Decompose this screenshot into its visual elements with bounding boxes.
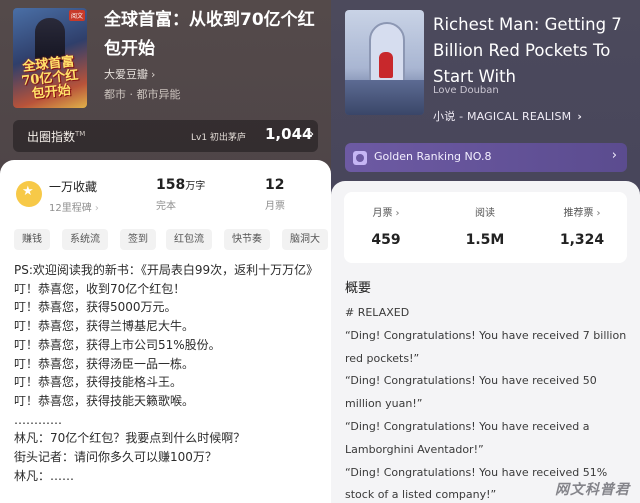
chevron-right-icon: ›: [395, 208, 400, 219]
milestone-link: 12里程碑 ›: [49, 203, 99, 214]
chevron-right-icon: ›: [577, 110, 583, 123]
synopsis-line: 林凡：……: [14, 468, 75, 483]
genre-label: 都市 · 都市异能: [104, 88, 181, 101]
synopsis-line: 叮！恭喜您，获得上市公司51%股份。: [14, 337, 221, 352]
chevron-right-icon: ›: [151, 68, 156, 81]
cover-badge: 阅文: [68, 10, 85, 21]
summary-heading: 概要: [345, 281, 372, 296]
chevron-right-icon: ›: [596, 208, 601, 219]
stat-value: 459: [371, 232, 401, 248]
golden-ranking-label: Golden Ranking NO.8: [374, 150, 492, 163]
chevron-right-icon: ›: [309, 127, 315, 142]
word-count-stat: 158万字 完本: [156, 177, 206, 212]
genre-link[interactable]: 小说 - MAGICAL REALISM ›: [433, 108, 582, 124]
collection-stat[interactable]: 一万收藏 12里程碑 ›: [49, 178, 99, 214]
popularity-value: 1,044: [265, 125, 313, 143]
stat-value: 1,324: [559, 232, 605, 248]
ranking-icon: [353, 151, 367, 165]
chevron-right-icon: ›: [94, 203, 99, 214]
book-stats: 月票 › 459 阅读 1.5M 推荐票 › 1,324: [344, 192, 627, 263]
watermark: 网文科普君: [555, 482, 630, 498]
author-name[interactable]: Love Douban: [433, 85, 499, 96]
book-cover[interactable]: [345, 10, 424, 115]
stat-label: 月票: [372, 208, 393, 219]
chinese-book-page: 阅文 全球首富 70亿个红包开始 全球首富：从收到70亿个红包开始 大爱豆瓣 › …: [0, 0, 331, 503]
tag-item[interactable]: 快节奏: [224, 229, 270, 250]
tag-item[interactable]: 系统流: [62, 229, 108, 250]
synopsis-line: “Ding! Congratulations! You have receive…: [345, 374, 597, 411]
stat-label: 阅读: [475, 208, 495, 219]
synopsis-line: “Ding! Congratulations! You have receive…: [345, 328, 627, 365]
synopsis-line: 街头记者：请问你多久可以赚100万？: [14, 450, 217, 465]
golden-ranking-bar[interactable]: Golden Ranking NO.8 ›: [345, 143, 627, 172]
genre-label: 小说 - MAGICAL REALISM: [433, 110, 572, 123]
stat-value: 1.5M: [465, 232, 505, 248]
synopsis-line: …………: [14, 412, 62, 427]
synopsis-line: PS:欢迎阅读我的新书：《开局表白99次，返利十万万亿》: [14, 263, 319, 277]
monthly-ticket-stat[interactable]: 12 月票: [265, 177, 285, 212]
word-count: 158: [156, 177, 186, 193]
book-title: 全球首富：从收到70亿个红包开始: [104, 10, 315, 59]
synopsis-line: 叮！恭喜您，获得技能格斗王。: [14, 375, 183, 390]
collection-count: 一万收藏: [49, 180, 98, 194]
book-title: Richest Man: Getting 7 Billion Red Pocke…: [433, 15, 622, 86]
synopsis-line: “Ding! Congratulations! You have receive…: [345, 419, 590, 456]
synopsis-line: 叮！恭喜您，获得兰博基尼大牛。: [14, 319, 195, 334]
tag-item[interactable]: 赚钱: [14, 229, 50, 250]
cover-ground: [345, 80, 424, 115]
tag-item[interactable]: 红包流: [166, 229, 212, 250]
synopsis-line: 叮！恭喜您，获得5000万元。: [14, 300, 177, 315]
completion-status: 完本: [156, 201, 176, 212]
popularity-level: Lv1 初出茅庐: [191, 133, 246, 143]
recommend-ticket-stat[interactable]: 推荐票 › 1,324: [542, 204, 622, 248]
synopsis: # RELAXED “Ding! Congratulations! You ha…: [345, 302, 635, 503]
cover-figure: [379, 52, 393, 78]
stat-label: 推荐票: [563, 208, 594, 219]
author-name: 大爱豆瓣: [104, 68, 148, 81]
monthly-ticket-label: 月票: [265, 201, 285, 212]
reads-stat: 阅读 1.5M: [445, 204, 525, 248]
english-book-page: Richest Man: Getting 7 Billion Red Pocke…: [331, 0, 640, 503]
synopsis: PS:欢迎阅读我的新书：《开局表白99次，返利十万万亿》 叮！恭喜您，收到70亿…: [14, 261, 326, 485]
monthly-ticket-stat[interactable]: 月票 › 459: [346, 204, 426, 248]
popularity-index-bar[interactable]: 出圈指数TM Lv1 初出茅庐 1,044 ›: [13, 120, 318, 152]
author-link[interactable]: 大爱豆瓣 ›: [104, 66, 155, 82]
book-stats: 一万收藏 12里程碑 › 158万字 完本 12 月票: [16, 177, 326, 214]
synopsis-line: 叮！恭喜您，收到70亿个红包！: [14, 281, 186, 296]
chevron-right-icon: ›: [611, 148, 617, 163]
synopsis-line: 林凡：70亿个红包？我要点到什么时候啊？: [14, 431, 246, 446]
synopsis-line: # RELAXED: [345, 306, 410, 319]
synopsis-line: 叮！恭喜您，获得技能天籁歌喉。: [14, 393, 195, 408]
book-detail-card: 月票 › 459 阅读 1.5M 推荐票 › 1,324 概要 # RELAXED …: [331, 181, 640, 503]
book-cover[interactable]: 阅文 全球首富 70亿个红包开始: [13, 8, 87, 108]
cover-title: 全球首富 70亿个红包开始: [20, 54, 80, 102]
tag-item[interactable]: 脑洞大: [282, 229, 328, 250]
tag-item[interactable]: 签到: [120, 229, 156, 250]
monthly-ticket-count: 12: [265, 177, 285, 193]
star-badge-icon: [16, 181, 42, 207]
synopsis-line: 叮！恭喜您，获得汤臣一品一栋。: [14, 356, 195, 371]
tag-list: 赚钱 系统流 签到 红包流 快节奏 脑洞大: [14, 229, 331, 251]
popularity-index-label: 出圈指数TM: [27, 130, 86, 144]
book-detail-card: 一万收藏 12里程碑 › 158万字 完本 12 月票 赚钱 系统流 签到 红包…: [0, 160, 331, 503]
